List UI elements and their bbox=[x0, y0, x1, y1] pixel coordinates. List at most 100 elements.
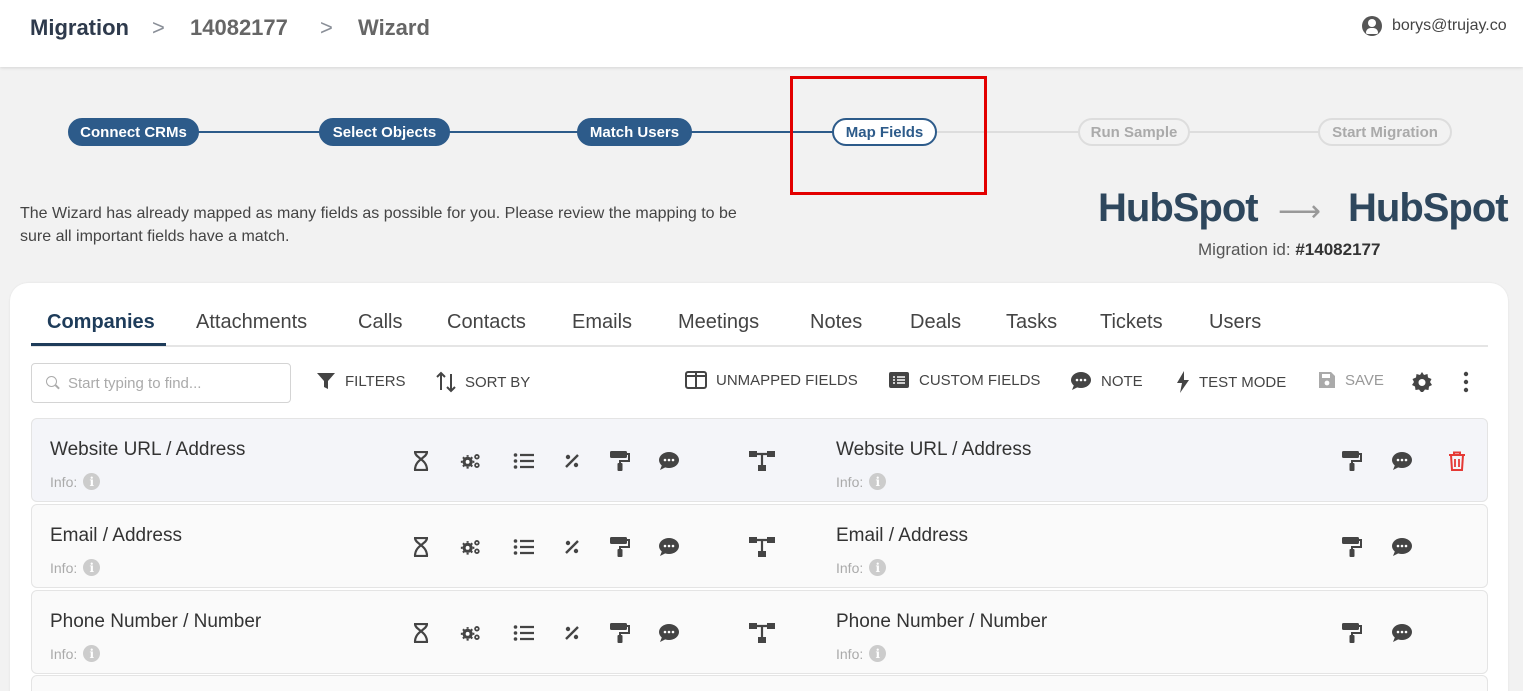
stepper-line bbox=[195, 131, 321, 133]
comment-icon[interactable] bbox=[658, 622, 680, 644]
paint-roller-icon[interactable] bbox=[609, 622, 631, 644]
hourglass-icon[interactable] bbox=[410, 536, 432, 558]
source-field-name: Website URL / Address bbox=[50, 439, 246, 460]
hourglass-icon[interactable] bbox=[410, 622, 432, 644]
info-icon[interactable]: i bbox=[83, 473, 101, 490]
active-tab-indicator bbox=[31, 343, 166, 346]
object-tabs: Companies Attachments Calls Contacts Ema… bbox=[31, 283, 1488, 347]
tab-attachments[interactable]: Attachments bbox=[196, 311, 307, 334]
source-field-info: Info: i bbox=[50, 473, 101, 490]
search-input[interactable] bbox=[68, 374, 268, 392]
tab-notes[interactable]: Notes bbox=[810, 311, 862, 334]
paint-roller-icon[interactable] bbox=[1341, 450, 1363, 472]
tab-tickets[interactable]: Tickets bbox=[1100, 311, 1163, 334]
source-field-info: Info: i bbox=[50, 645, 101, 662]
tab-emails[interactable]: Emails bbox=[572, 311, 632, 334]
unmapped-fields-button[interactable]: UNMAPPED FIELDS bbox=[685, 371, 858, 389]
paint-roller-icon[interactable] bbox=[1341, 536, 1363, 558]
intro-text: The Wizard has already mapped as many fi… bbox=[20, 205, 737, 245]
breadcrumb-migration[interactable]: Migration bbox=[30, 14, 129, 42]
list-icon[interactable] bbox=[513, 450, 535, 472]
step-match-users[interactable]: Match Users bbox=[577, 118, 692, 146]
mapping-card: Companies Attachments Calls Contacts Ema… bbox=[10, 283, 1508, 691]
target-field-info: Info: i bbox=[836, 645, 887, 662]
tab-calls[interactable]: Calls bbox=[358, 311, 402, 334]
stepper-line bbox=[1188, 131, 1319, 133]
gear-icon bbox=[1412, 372, 1432, 392]
comment-icon[interactable] bbox=[1391, 622, 1413, 644]
custom-fields-button[interactable]: CUSTOM FIELDS bbox=[888, 371, 1040, 389]
search-field[interactable] bbox=[31, 363, 291, 403]
source-field-name: Email / Address bbox=[50, 525, 182, 546]
field-mapping-row: Phone Number / Number Info: i Phone Numbe… bbox=[31, 590, 1488, 674]
filters-button[interactable]: FILTERS bbox=[316, 371, 406, 391]
paint-roller-icon[interactable] bbox=[609, 536, 631, 558]
step-run-sample: Run Sample bbox=[1078, 118, 1190, 146]
sort-by-button[interactable]: SORT BY bbox=[436, 371, 530, 393]
info-icon[interactable]: i bbox=[83, 645, 101, 662]
comment-icon[interactable] bbox=[1391, 450, 1413, 472]
note-button[interactable]: NOTE bbox=[1070, 371, 1143, 391]
lightning-icon bbox=[1177, 371, 1189, 393]
tab-tasks[interactable]: Tasks bbox=[1006, 311, 1057, 334]
sort-icon bbox=[436, 371, 456, 393]
test-mode-button[interactable]: TEST MODE bbox=[1176, 371, 1286, 393]
target-field-info: Info: i bbox=[836, 473, 887, 490]
info-icon[interactable]: i bbox=[869, 645, 887, 662]
sitemap-icon[interactable] bbox=[747, 536, 777, 558]
crm-logos: HubSpot ⟶ HubSpot bbox=[1098, 186, 1509, 236]
save-button[interactable]: SAVE bbox=[1318, 371, 1384, 389]
breadcrumb-wizard: Wizard bbox=[358, 15, 430, 40]
comment-icon[interactable] bbox=[658, 536, 680, 558]
list-item bbox=[31, 675, 1488, 691]
tab-companies[interactable]: Companies bbox=[47, 311, 155, 334]
save-label: SAVE bbox=[1345, 371, 1384, 389]
source-field-name: Phone Number / Number bbox=[50, 611, 262, 632]
more-vertical-icon bbox=[1463, 371, 1469, 393]
breadcrumb-migration-id[interactable]: 14082177 bbox=[190, 14, 288, 42]
more-options-button[interactable] bbox=[1462, 371, 1470, 393]
sitemap-icon[interactable] bbox=[747, 450, 777, 472]
wizard-stepper: Connect CRMs Select Objects Match Users … bbox=[0, 110, 1523, 154]
percent-icon[interactable] bbox=[561, 450, 583, 472]
source-field-info: Info: i bbox=[50, 559, 101, 576]
user-icon bbox=[1362, 16, 1382, 36]
paint-roller-icon[interactable] bbox=[1341, 622, 1363, 644]
comment-icon[interactable] bbox=[658, 450, 680, 472]
list-icon[interactable] bbox=[513, 622, 535, 644]
percent-icon[interactable] bbox=[561, 536, 583, 558]
step-select-objects[interactable]: Select Objects bbox=[319, 118, 450, 146]
cogs-icon[interactable] bbox=[460, 536, 482, 558]
arrow-right-icon: ⟶ bbox=[1278, 195, 1322, 228]
percent-icon[interactable] bbox=[561, 622, 583, 644]
paint-roller-icon[interactable] bbox=[609, 450, 631, 472]
step-connect-crms[interactable]: Connect CRMs bbox=[68, 118, 199, 146]
cogs-icon[interactable] bbox=[460, 622, 482, 644]
tab-deals[interactable]: Deals bbox=[910, 311, 961, 334]
search-icon bbox=[46, 376, 60, 390]
list-icon[interactable] bbox=[513, 536, 535, 558]
field-mapping-row: Website URL / Address Info: i Website URL… bbox=[31, 418, 1488, 502]
comment-icon[interactable] bbox=[1391, 536, 1413, 558]
trash-icon[interactable] bbox=[1446, 450, 1468, 472]
tab-meetings[interactable]: Meetings bbox=[678, 311, 759, 334]
filters-label: FILTERS bbox=[345, 372, 406, 390]
columns-icon bbox=[685, 371, 707, 389]
hourglass-icon[interactable] bbox=[410, 450, 432, 472]
cogs-icon[interactable] bbox=[460, 450, 482, 472]
target-crm-logo: HubSpot bbox=[1348, 186, 1509, 230]
user-menu[interactable]: borys@trujay.co bbox=[1362, 16, 1507, 36]
target-field-name: Email / Address bbox=[836, 525, 968, 546]
top-bar: Migration > 14082177 > Wizard borys@truj… bbox=[0, 0, 1523, 67]
sitemap-icon[interactable] bbox=[747, 622, 777, 644]
comment-icon bbox=[1071, 372, 1091, 390]
info-icon[interactable]: i bbox=[83, 559, 101, 576]
stepper-line bbox=[447, 131, 578, 133]
note-label: NOTE bbox=[1101, 372, 1143, 390]
info-icon[interactable]: i bbox=[869, 559, 887, 576]
tab-contacts[interactable]: Contacts bbox=[447, 311, 526, 334]
settings-button[interactable] bbox=[1410, 371, 1434, 395]
tab-users[interactable]: Users bbox=[1209, 311, 1261, 334]
info-icon[interactable]: i bbox=[869, 473, 887, 490]
field-mapping-row: Email / Address Info: i Email / Address I… bbox=[31, 504, 1488, 588]
